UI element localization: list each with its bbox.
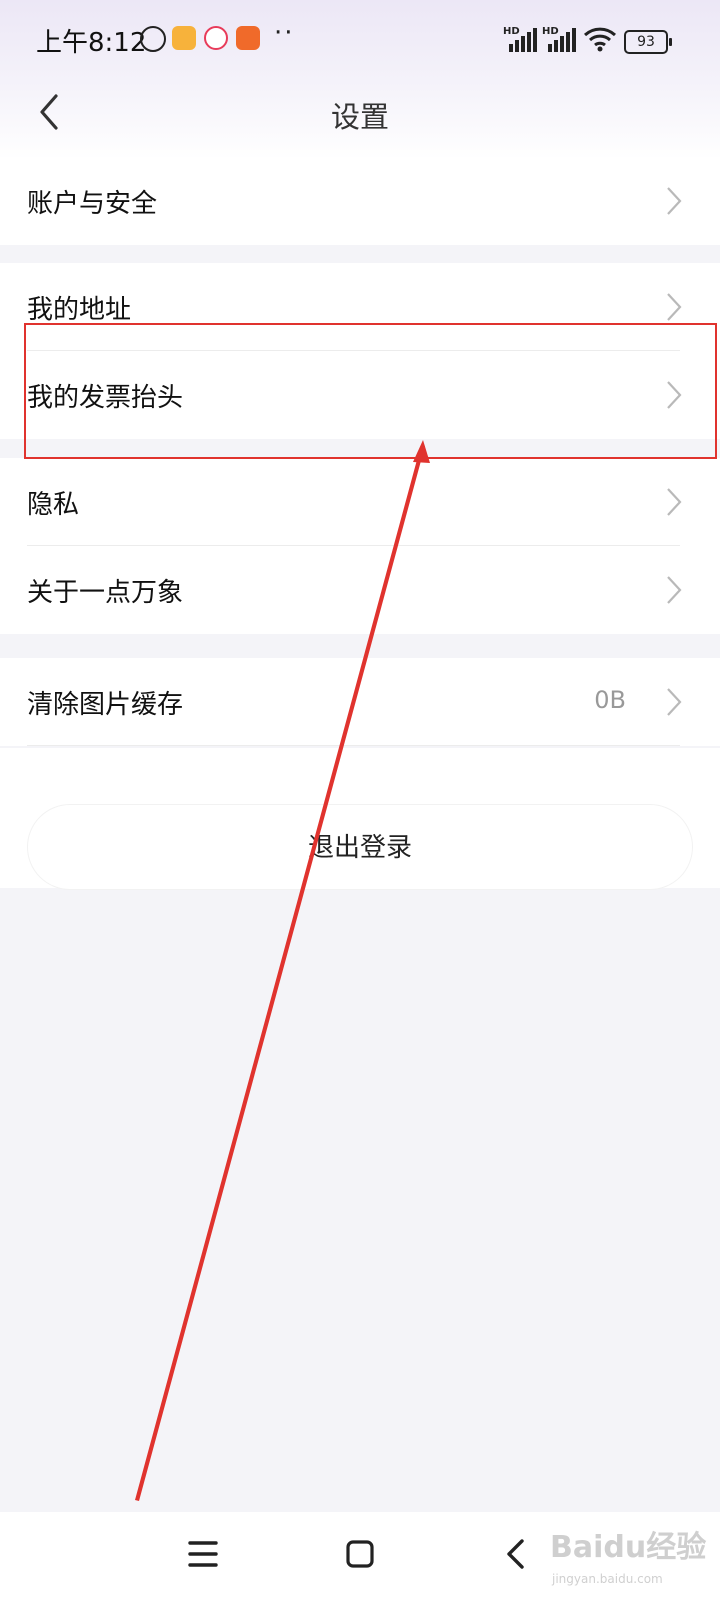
row-label: 我的地址 <box>27 295 132 325</box>
cell-signal-icon: HD <box>503 26 537 52</box>
row-label: 清除图片缓存 <box>27 690 184 720</box>
row-divider <box>27 745 680 746</box>
chevron-right-icon <box>667 688 682 716</box>
signal-hd-label-2: HD <box>542 26 559 37</box>
annotation-highlight-box <box>24 323 717 459</box>
signal-hd-label: HD <box>503 26 520 37</box>
logout-section: 退出登录 <box>0 748 720 890</box>
app-header: 设置 <box>0 72 720 152</box>
menu-icon[interactable] <box>181 1532 225 1576</box>
settings-group-about: 隐私 关于一点万象 <box>0 458 720 634</box>
settings-row-clear-cache[interactable]: 清除图片缓存 0B <box>0 658 720 746</box>
chevron-right-icon <box>667 187 682 215</box>
chevron-right-icon <box>667 293 682 321</box>
home-icon[interactable] <box>338 1532 382 1576</box>
row-label: 关于一点万象 <box>27 578 184 608</box>
app-notification-icon <box>172 26 196 50</box>
video-app-icon <box>204 26 228 50</box>
more-notifications-icon: ·· <box>274 18 295 48</box>
settings-group-cache: 清除图片缓存 0B <box>0 658 720 746</box>
chevron-right-icon <box>667 488 682 516</box>
watermark-logo: Baidu经验 <box>550 1530 707 1565</box>
cache-size-value: 0B <box>594 686 626 714</box>
row-label: 隐私 <box>27 490 80 520</box>
wifi-icon <box>583 27 617 52</box>
settings-row-account-security[interactable]: 账户与安全 <box>0 157 720 245</box>
watermark-url: jingyan.baidu.com <box>552 1572 663 1586</box>
cell-signal-2-icon: HD <box>542 26 576 52</box>
alarm-icon <box>140 26 166 52</box>
status-time: 上午8:12 <box>36 28 147 58</box>
row-label: 账户与安全 <box>27 189 158 219</box>
settings-row-about[interactable]: 关于一点万象 <box>0 546 720 634</box>
settings-row-privacy[interactable]: 隐私 <box>0 458 720 546</box>
page-title: 设置 <box>330 100 389 134</box>
battery-icon: 93 <box>624 30 672 54</box>
chevron-right-icon <box>667 576 682 604</box>
taobao-app-icon <box>236 26 260 50</box>
back-icon[interactable] <box>495 1532 539 1576</box>
settings-group-account: 账户与安全 <box>0 157 720 245</box>
status-bar: 上午8:12 ·· HD HD 93 <box>0 0 720 80</box>
logout-button[interactable]: 退出登录 <box>27 804 693 890</box>
